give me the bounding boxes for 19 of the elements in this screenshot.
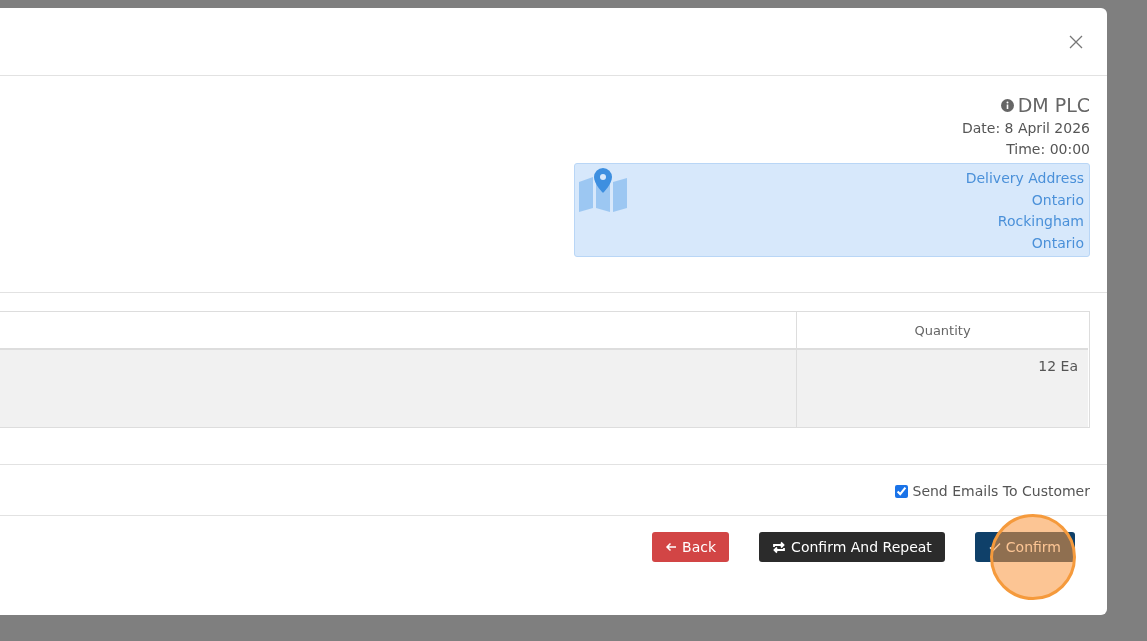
order-date: Date: 8 April 2026 — [961, 119, 1090, 138]
check-icon — [988, 542, 1001, 552]
column-header: Quantity — [914, 322, 971, 338]
repeat-icon — [772, 540, 787, 554]
company-name: DM PLC — [1017, 93, 1090, 118]
address-line: Ontario — [1031, 233, 1084, 253]
confirm-button[interactable]: Confirm — [974, 532, 1075, 562]
info-icon — [1000, 98, 1014, 112]
quantity-cell: 12 Ea — [1038, 358, 1078, 374]
order-time: Time: 00:00 — [1006, 140, 1090, 159]
map-pin-icon — [579, 168, 627, 212]
address-line: Delivery Address — [965, 169, 1084, 188]
back-button[interactable]: Back — [652, 532, 730, 562]
checkbox-label: Send Emails To Customer — [912, 483, 1090, 499]
address-line: Rockingham — [997, 212, 1084, 231]
confirm-button[interactable]: Confirm And Repeat — [759, 532, 945, 562]
address-line: Ontario — [1031, 190, 1084, 210]
arrow-left-icon — [665, 542, 678, 552]
send-emails-checkbox[interactable] — [894, 484, 908, 498]
